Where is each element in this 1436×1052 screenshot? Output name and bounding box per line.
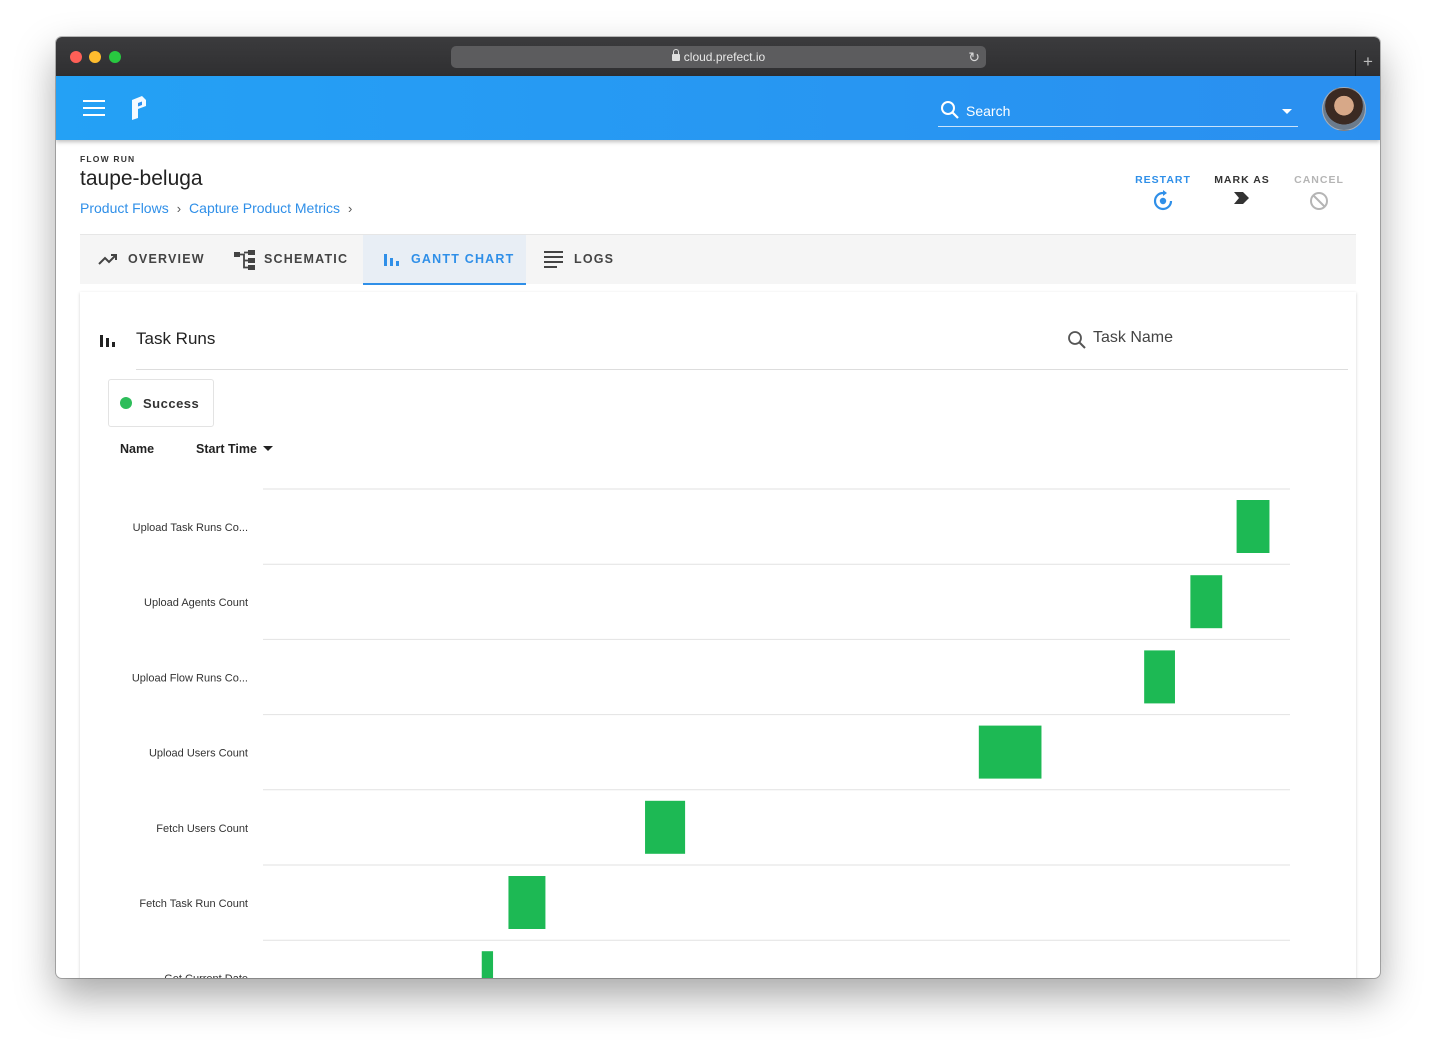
restart-button[interactable]: RESTART [1123,174,1203,215]
close-window-button[interactable] [70,51,82,63]
search-input[interactable]: Search [938,96,1298,127]
gantt-task-label[interactable]: Upload Agents Count [144,597,248,609]
address-bar[interactable]: cloud.prefect.io ↻ [451,46,986,68]
label-arrow-icon [1234,192,1249,204]
page-eyebrow: FLOW RUN [80,154,136,164]
gantt-task-bar[interactable] [1190,575,1223,629]
user-avatar[interactable] [1322,87,1366,131]
tab-gantt-chart-label: GANTT CHART [411,252,515,266]
breadcrumb-capture-product-metrics[interactable]: Capture Product Metrics [189,200,340,216]
menu-icon[interactable] [83,100,105,117]
browser-titlebar: cloud.prefect.io ↻ + [56,37,1380,77]
gantt-task-bar[interactable] [481,951,494,978]
tab-overview[interactable]: OVERVIEW [80,235,230,283]
search-icon [941,101,959,119]
gantt-task-label[interactable]: Fetch Task Run Count [139,898,248,910]
tab-bar: OVERVIEW SCHEMATIC GANTT CHART LOGS [80,234,1356,285]
breadcrumb-product-flows[interactable]: Product Flows [80,200,169,216]
gantt-task-label[interactable]: Upload Flow Runs Co... [132,672,248,684]
tab-logs[interactable]: LOGS [526,235,636,283]
tab-schematic-label: SCHEMATIC [264,252,349,266]
gantt-task-label[interactable]: Upload Users Count [149,748,248,760]
browser-window: cloud.prefect.io ↻ + Search FLOW RUN tau… [56,37,1380,978]
restart-icon [1153,190,1173,211]
breadcrumb: Product Flows › Capture Product Metrics › [80,200,360,216]
lock-icon [671,49,680,61]
gantt-chart: Upload Task Runs Co... Upload Agents Coun… [132,488,1290,978]
gantt-task-bar[interactable] [508,876,546,929]
gantt-task-bar[interactable] [1144,650,1175,704]
reload-icon[interactable]: ↻ [968,46,980,68]
chevron-right-icon: › [348,201,353,216]
mark-as-button[interactable]: MARK AS [1202,174,1282,209]
minimize-window-button[interactable] [89,51,101,63]
subject-icon [544,251,563,268]
schema-icon [234,250,255,270]
bar-chart-icon [384,254,399,266]
gantt-task-label[interactable]: Fetch Users Count [156,823,248,835]
restart-label: RESTART [1135,174,1191,186]
app-bar: Search [56,76,1380,140]
search-placeholder: Search [966,103,1011,119]
cancel-button[interactable]: CANCEL [1279,174,1359,215]
mark-as-label: MARK AS [1214,174,1270,186]
gantt-task-label[interactable]: Get Current Date [164,973,248,978]
prefect-logo[interactable] [130,96,148,120]
cancel-label: CANCEL [1294,174,1344,186]
gantt-task-label[interactable]: Upload Task Runs Co... [133,522,248,534]
tab-overview-label: OVERVIEW [128,252,205,266]
block-icon [1310,192,1328,210]
page-title: taupe-beluga [80,167,203,190]
task-runs-card: Task Runs Task Name Success Name Start T… [80,292,1356,978]
gantt-task-bar[interactable] [978,725,1042,779]
tab-schematic[interactable]: SCHEMATIC [230,235,363,283]
gantt-task-bar[interactable] [1236,500,1270,553]
gantt-task-bar[interactable] [645,800,686,854]
chevron-down-icon[interactable] [1282,109,1292,114]
address-text: cloud.prefect.io [683,50,766,64]
tab-logs-label: LOGS [574,252,615,266]
trending-up-icon [98,254,117,265]
new-tab-button[interactable]: + [1355,50,1380,76]
zoom-window-button[interactable] [109,51,121,63]
chevron-right-icon: › [176,201,182,216]
tab-gantt-chart[interactable]: GANTT CHART [363,235,526,285]
